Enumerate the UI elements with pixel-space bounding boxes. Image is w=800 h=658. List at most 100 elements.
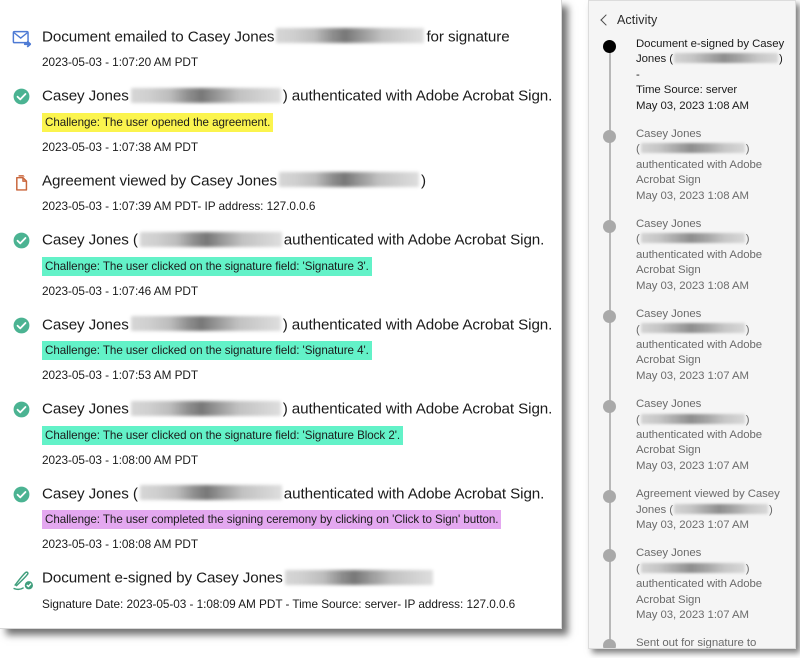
redacted-email: [278, 172, 419, 188]
audit-entry-timestamp: 2023-05-03 - 1:08:00 AM PDT: [42, 452, 199, 467]
activity-item-text: authenticated with Adobe: [636, 338, 763, 351]
activity-item-text: Agreement viewed by Casey: [636, 488, 780, 501]
activity-item-text: Acrobat Sign: [636, 264, 701, 277]
activity-item-line: Acrobat Sign: [636, 593, 789, 608]
activity-item-text: Acrobat Sign: [636, 354, 701, 367]
activity-item-line: authenticated with Adobe: [636, 158, 789, 173]
activity-timeline-item[interactable]: Document e-signed by Casey Jones () - Time…: [589, 37, 795, 114]
audit-entry-title-after: authenticated with Adobe Acrobat Sign.: [283, 231, 545, 249]
audit-entry: Casey Jones) authenticated with Adobe Ac…: [0, 314, 561, 383]
audit-trail-card: Document emailed to Casey Jones for signa…: [0, 0, 562, 629]
redacted-email: [640, 413, 745, 424]
audit-entry-title-before: Casey Jones (: [42, 485, 138, 503]
audit-entry-title-before: Casey Jones: [42, 87, 129, 105]
challenge-highlight: Challenge: The user clicked on the signa…: [42, 256, 372, 276]
activity-item-line: (): [636, 142, 789, 157]
document-viewed-icon: [12, 172, 36, 196]
activity-item-text: Time Source: server: [636, 84, 738, 97]
activity-item-text: Jones (: [636, 503, 674, 516]
activity-timeline-item[interactable]: Casey Jones() authenticated with Adobe Acr…: [589, 546, 795, 623]
audit-entry: Casey Jones ) authenticated with Adobe Ac…: [0, 398, 561, 467]
redacted-email: [130, 400, 281, 416]
activity-item-text-after: ): [745, 562, 750, 575]
activity-item-text-after: ): [745, 233, 750, 246]
redacted-email: [130, 87, 281, 103]
activity-timeline-item[interactable]: Sent out for signature to CaseyJones ().…: [589, 636, 795, 648]
green-check-icon: [12, 316, 36, 340]
activity-item-date: May 03, 2023 1:08 AM: [636, 99, 749, 112]
audit-entry: Casey Jones (authenticated with Adobe Ac…: [0, 483, 561, 552]
challenge-highlight: Challenge: The user opened the agreement…: [42, 112, 274, 132]
audit-entry-title-after: ) authenticated with Adobe Acrobat Sign.: [282, 400, 553, 418]
audit-entry: Agreement viewed by Casey Jones) 2023-05-…: [0, 170, 561, 214]
activity-panel: Activity Document e-signed by Casey Jones…: [588, 0, 796, 649]
audit-entry-timestamp: 2023-05-03 - 1:07:39 AM PDT- IP address:…: [42, 199, 316, 214]
audit-entry-timestamp: 2023-05-03 - 1:08:08 AM PDT: [42, 537, 199, 552]
activity-item-text: (: [636, 233, 640, 246]
activity-timeline-item[interactable]: Casey Jones() authenticated with Adobe Acr…: [589, 307, 795, 384]
activity-timeline-item[interactable]: Agreement viewed by Casey Jones () May 03,…: [589, 487, 795, 533]
audit-entry: Document emailed to Casey Jones for signa…: [0, 26, 561, 70]
audit-entry-title-before: Document emailed to Casey Jones: [42, 28, 275, 46]
chevron-left-icon[interactable]: [599, 15, 609, 25]
audit-entry-timestamp: 2023-05-03 - 1:07:20 AM PDT: [42, 55, 199, 70]
redacted-email: [276, 28, 425, 44]
activity-item-text-after: ): [769, 503, 773, 516]
timeline-dot-icon: [603, 220, 616, 234]
redacted-email: [674, 53, 779, 64]
audit-entry-title: Casey Jones ) authenticated with Adobe Ac…: [42, 398, 552, 419]
activity-item-line: Acrobat Sign: [636, 353, 789, 368]
timeline-dot-icon: [603, 639, 616, 648]
audit-entry: Casey Jones ( authenticated with Adobe Ac…: [0, 229, 561, 298]
timeline-dot-icon: [603, 310, 616, 324]
activity-item-text: authenticated with Adobe: [636, 428, 763, 441]
audit-entry-title-after: ) authenticated with Adobe Acrobat Sign.: [282, 316, 553, 334]
activity-timeline-item[interactable]: Casey Jones() authenticated with Adobe Acr…: [589, 397, 795, 474]
activity-panel-title: Activity: [617, 13, 658, 27]
redacted-email: [640, 233, 745, 244]
audit-entry-title-after: ) authenticated with Adobe Acrobat Sign.: [282, 87, 553, 105]
challenge-highlight: Challenge: The user clicked on the signa…: [42, 425, 404, 445]
esigned-pen-icon: [12, 569, 36, 593]
audit-entry-title: Casey Jones) authenticated with Adobe Ac…: [42, 314, 552, 335]
timeline-dot-icon: [603, 549, 616, 563]
activity-item-text: (: [636, 413, 640, 426]
redacted-email: [674, 503, 769, 514]
activity-item-text: authenticated with Adobe: [636, 578, 763, 591]
redacted-email: [130, 316, 281, 332]
activity-panel-header: Activity: [589, 1, 795, 37]
activity-item-line: Casey Jones: [636, 546, 789, 561]
audit-entry-title-after: ): [420, 172, 426, 190]
audit-entry-title: Casey Jones (authenticated with Adobe Ac…: [42, 483, 549, 504]
redacted-email: [139, 231, 282, 247]
redacted-email: [640, 143, 745, 154]
audit-entry-title: Casey Jones ( authenticated with Adobe Ac…: [42, 229, 549, 250]
activity-item-line: (): [636, 413, 789, 428]
activity-item-date: May 03, 2023 1:07 AM: [636, 518, 749, 531]
audit-entry-title-after: for signature: [426, 28, 510, 46]
activity-item-line: Casey Jones: [636, 217, 789, 232]
redacted-email: [139, 485, 282, 501]
activity-item-date: May 03, 2023 1:08 AM: [636, 189, 749, 202]
activity-item-text: Casey Jones: [636, 308, 702, 321]
audit-entry-title-before: Casey Jones: [42, 400, 129, 418]
activity-item-text: Casey Jones: [636, 128, 702, 141]
activity-item-text: authenticated with Adobe: [636, 158, 763, 171]
activity-timeline-item[interactable]: Casey Jones() authenticated with Adobe Acr…: [589, 217, 795, 294]
activity-timeline: Document e-signed by Casey Jones () - Time…: [589, 37, 795, 648]
timeline-dot-icon: [603, 490, 616, 504]
activity-item-line: Acrobat Sign: [636, 443, 789, 458]
green-check-icon: [12, 87, 36, 111]
activity-item-text: Acrobat Sign: [636, 593, 701, 606]
activity-item-line: Time Source: server: [636, 83, 789, 98]
audit-entry-timestamp: Signature Date: 2023-05-03 - 1:08:09 AM …: [42, 596, 516, 611]
activity-timeline-item[interactable]: Casey Jones() authenticated with Adobe Acr…: [589, 127, 795, 204]
audit-entry-title-before: Casey Jones (: [42, 231, 138, 249]
audit-entry-title: Document emailed to Casey Jones for signa…: [42, 26, 549, 47]
activity-item-text: authenticated with Adobe: [636, 248, 763, 261]
activity-item-text: (: [636, 143, 640, 156]
activity-item-text: Acrobat Sign: [636, 174, 701, 187]
audit-entry: Casey Jones ) authenticated with Adobe Ac…: [0, 85, 561, 154]
audit-entry-title-before: Document e-signed by Casey Jones: [42, 569, 283, 587]
activity-item-line: Casey Jones: [636, 127, 789, 142]
